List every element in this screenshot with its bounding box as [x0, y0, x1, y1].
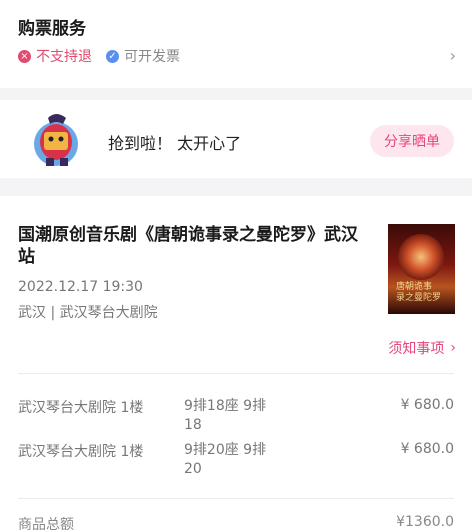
no-refund-tag: × 不支持退 — [18, 46, 92, 66]
total-label: 商品总额 — [18, 517, 74, 530]
service-tags: × 不支持退 ✓ 可开发票 — [18, 46, 194, 66]
check-circle-icon: ✓ — [106, 49, 119, 63]
ticket-seat: 9排18座 9排18 — [184, 398, 267, 433]
invoice-label: 可开发票 — [124, 49, 180, 65]
show-venue: 武汉 | 武汉琴台大剧院 — [18, 305, 158, 321]
divider — [18, 373, 454, 374]
share-message: 抢到啦！ 太开心了 — [108, 134, 242, 153]
ticket-price: ¥ 680.0 — [400, 441, 454, 457]
no-refund-label: 不支持退 — [36, 49, 92, 65]
x-circle-icon: × — [18, 49, 31, 63]
ticket-price: ¥ 680.0 — [400, 397, 454, 413]
ticket-venue: 武汉琴台大剧院 1楼 — [18, 400, 144, 416]
purchase-service-card[interactable]: 购票服务 × 不支持退 ✓ 可开发票 › — [0, 0, 472, 88]
divider — [18, 498, 454, 499]
total-value: ¥1360.0 — [396, 514, 454, 530]
show-title[interactable]: 国潮原创音乐剧《唐朝诡事录之曼陀罗》武汉站 — [18, 224, 368, 268]
share-order-button[interactable]: 分享晒单 — [370, 125, 454, 157]
show-datetime: 2022.12.17 19:30 — [18, 279, 143, 295]
show-poster[interactable]: 唐朝诡事 录之曼陀罗 — [388, 224, 455, 314]
mascot-avatar — [34, 114, 78, 166]
service-title: 购票服务 — [18, 19, 86, 39]
ticket-seat: 9排20座 9排20 — [184, 442, 267, 477]
notice-link[interactable]: 须知事项 › — [388, 338, 456, 358]
notice-label: 须知事项 — [388, 341, 445, 357]
poster-art — [398, 234, 444, 280]
chevron-right-icon[interactable]: › — [450, 46, 456, 65]
ticket-venue: 武汉琴台大剧院 1楼 — [18, 444, 144, 460]
poster-logo-text: 唐朝诡事 录之曼陀罗 — [396, 282, 442, 303]
chevron-right-icon: › — [450, 340, 456, 356]
invoice-tag: ✓ 可开发票 — [106, 46, 180, 66]
